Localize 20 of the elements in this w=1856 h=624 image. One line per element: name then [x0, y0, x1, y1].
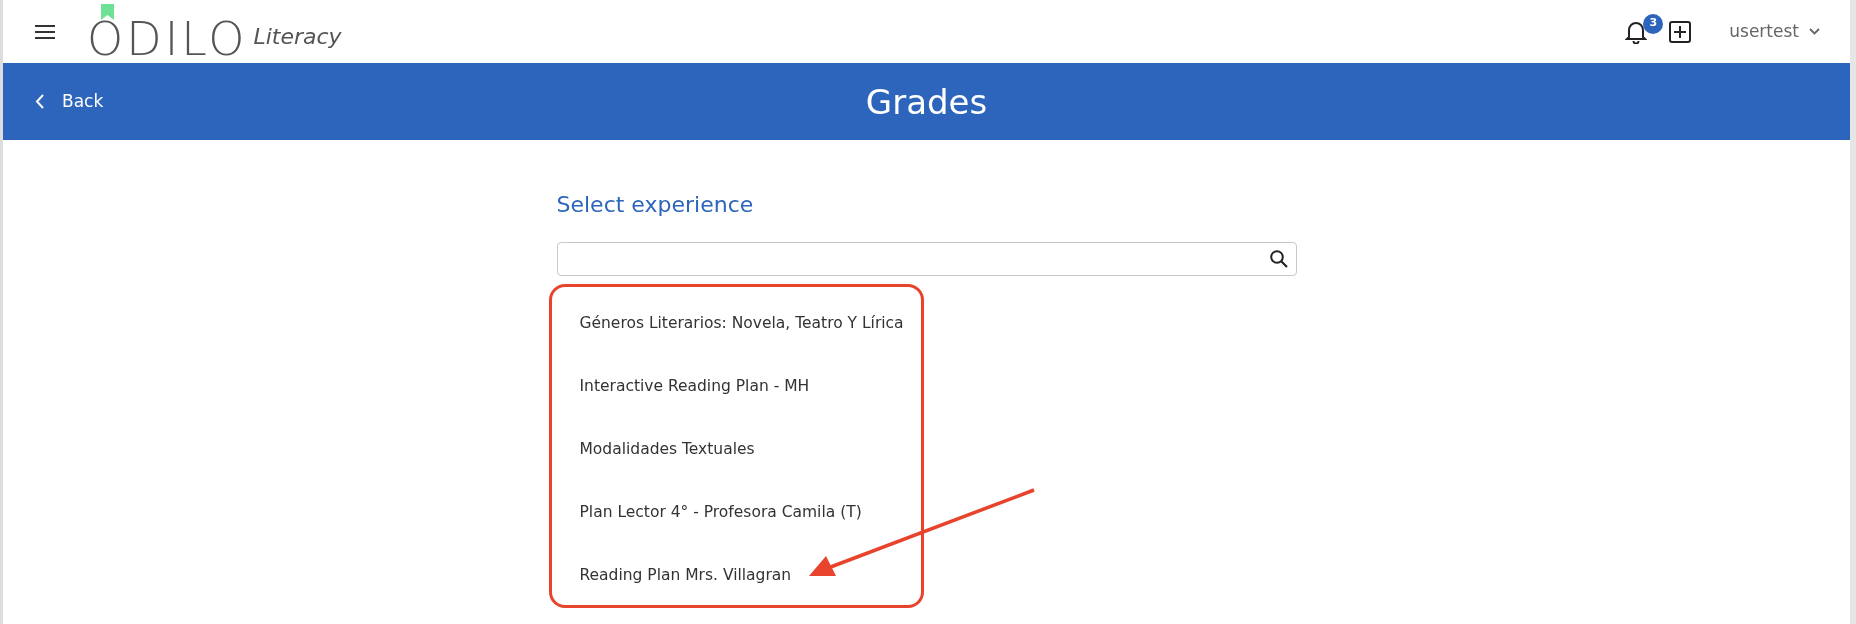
experience-item[interactable]: Plan Lector 4° - Profesora Camila (T) — [556, 481, 1297, 545]
search-icon[interactable] — [1269, 250, 1288, 269]
experience-item[interactable]: Reading Plan Mrs. Villagran — [556, 544, 1297, 608]
experience-item[interactable]: Géneros Literarios: Novela, Teatro Y Lírica — [556, 292, 1297, 356]
back-button[interactable]: Back — [3, 88, 104, 115]
chevron-down-icon — [1809, 28, 1820, 35]
page-title: Grades — [865, 81, 988, 122]
add-icon[interactable] — [1669, 20, 1692, 43]
user-menu[interactable]: usertest — [1729, 18, 1820, 45]
notifications-bell-icon[interactable] — [1625, 19, 1648, 44]
bookmark-icon — [101, 3, 114, 20]
section-title: Select experience — [556, 192, 754, 217]
search-field[interactable] — [556, 242, 1297, 277]
logo: ODILO — [87, 15, 248, 62]
menu-icon[interactable] — [35, 23, 55, 40]
notification-count: 3 — [1643, 13, 1664, 34]
experience-item[interactable]: Interactive Reading Plan - MH — [556, 355, 1297, 419]
logo-subtitle: Literacy — [253, 22, 342, 51]
experience-item[interactable]: Modalidades Textuales — [556, 418, 1297, 482]
chevron-left-icon — [35, 94, 44, 109]
